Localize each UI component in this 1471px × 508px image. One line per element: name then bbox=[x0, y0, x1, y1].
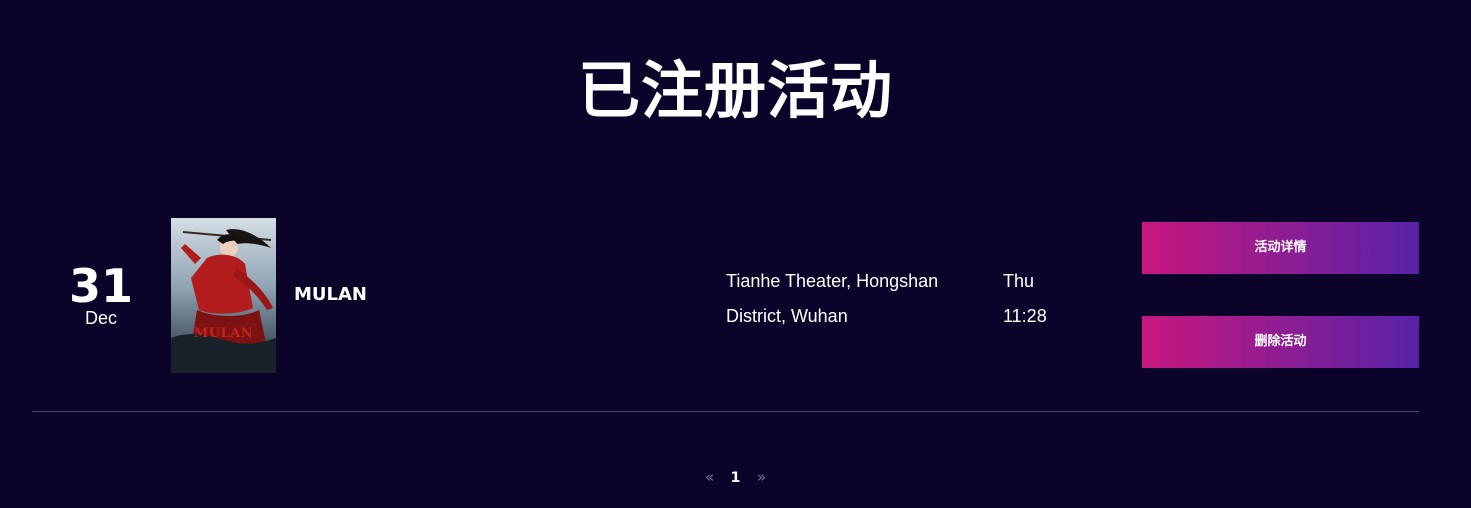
event-name[interactable]: MULAN bbox=[294, 284, 367, 306]
event-row: 31 Dec MULAN MULAN Tianhe Theater, Hongs… bbox=[32, 218, 1419, 373]
event-clock-time: 11:28 bbox=[1003, 306, 1047, 326]
pagination-page-current[interactable]: 1 bbox=[731, 467, 741, 489]
event-date-day: 31 bbox=[68, 259, 133, 313]
pagination-next-icon[interactable]: » bbox=[757, 466, 766, 488]
event-poster[interactable]: MULAN bbox=[171, 218, 276, 373]
page: 已注册活动 31 Dec MULAN MULAN Tianhe Theater,… bbox=[0, 0, 1471, 508]
row-divider bbox=[32, 411, 1419, 412]
page-title: 已注册活动 bbox=[577, 54, 893, 127]
poster-title: MULAN bbox=[193, 326, 254, 341]
event-details-button[interactable]: 活动详情 bbox=[1142, 222, 1419, 274]
pagination: « 1 » bbox=[0, 466, 1471, 489]
event-weekday: Thu bbox=[1003, 271, 1035, 291]
pagination-prev-icon[interactable]: « bbox=[705, 466, 714, 488]
delete-event-button[interactable]: 删除活动 bbox=[1142, 316, 1419, 368]
event-location: Tianhe Theater, Hongshan District, Wuhan bbox=[726, 271, 939, 326]
poster-artwork bbox=[171, 218, 276, 373]
event-date: 31 Dec bbox=[62, 260, 140, 328]
event-time: Thu 11:28 bbox=[1003, 264, 1093, 334]
